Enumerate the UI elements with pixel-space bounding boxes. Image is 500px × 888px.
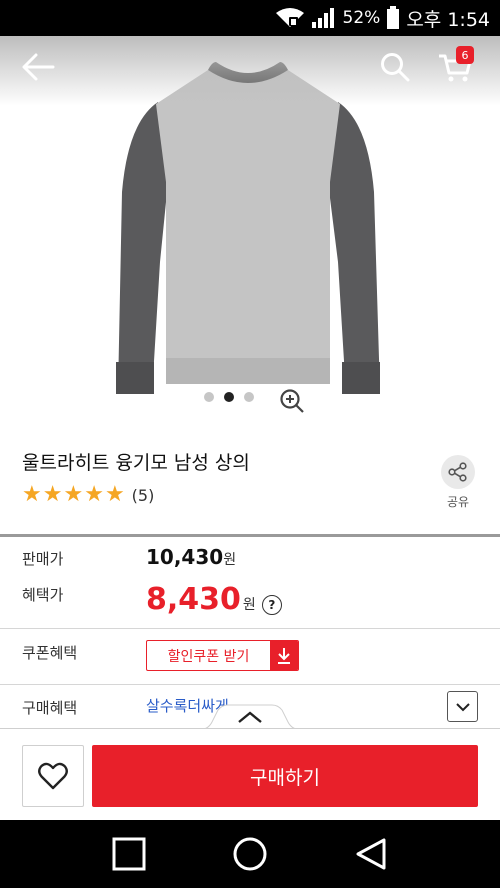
star-icon: ★	[104, 482, 125, 507]
download-coupon-button[interactable]: 할인쿠폰 받기	[146, 640, 299, 671]
battery-percent: 52%	[342, 8, 381, 28]
star-icon: ★	[84, 482, 104, 507]
back-nav-button[interactable]	[351, 834, 391, 874]
expand-button[interactable]	[447, 691, 478, 722]
star-icon: ★	[42, 482, 63, 507]
price-help-button[interactable]: ?	[261, 595, 282, 615]
product-image	[116, 62, 380, 394]
cart-button[interactable]: 6	[434, 46, 476, 88]
star-icon: ★	[22, 482, 42, 507]
coupon-button-label: 할인쿠폰 받기	[167, 648, 250, 665]
divider	[0, 684, 500, 685]
battery-icon	[386, 6, 400, 30]
header-shade	[0, 36, 500, 106]
clock: 오후 1:54	[406, 8, 490, 31]
divider	[0, 628, 500, 629]
wishlist-button[interactable]	[22, 745, 84, 807]
star-icon: ★	[63, 482, 84, 507]
sale-price: 10,430원	[146, 545, 237, 569]
section-divider	[0, 534, 500, 537]
search-icon	[381, 53, 410, 82]
product-image-area[interactable]: 6	[0, 36, 500, 436]
chevron-down-icon	[455, 702, 470, 711]
triangle-back-icon	[356, 838, 386, 870]
heart-icon	[38, 762, 68, 790]
share-icon	[448, 462, 467, 482]
sale-price-label: 판매가	[22, 550, 64, 568]
circle-icon	[233, 837, 267, 871]
wifi-icon	[275, 7, 305, 29]
square-icon	[112, 837, 146, 871]
review-count[interactable]: (5)	[132, 486, 155, 505]
share-button[interactable]: 공유	[440, 455, 476, 510]
product-title: 울트라히트 융기모 남성 상의	[22, 452, 250, 474]
signal-icon	[311, 7, 337, 29]
buy-button[interactable]: 구매하기	[92, 745, 478, 807]
back-button[interactable]	[18, 50, 58, 84]
cart-count-badge: 6	[456, 46, 474, 64]
coupon-label: 쿠폰혜택	[22, 644, 78, 662]
page-dot-active[interactable]	[224, 392, 234, 402]
action-bar: 구매하기	[0, 728, 500, 820]
share-label: 공유	[446, 495, 470, 509]
benefit-price: 8,430 원 ?	[146, 582, 282, 617]
system-nav-bar	[0, 820, 500, 888]
zoom-in-icon[interactable]	[279, 388, 305, 414]
download-icon	[270, 641, 298, 670]
benefit-price-label: 혜택가	[22, 586, 64, 604]
home-button[interactable]	[230, 834, 270, 874]
search-button[interactable]	[376, 48, 414, 86]
status-bar: 52% 오후 1:54	[0, 0, 500, 36]
page-dot[interactable]	[204, 392, 214, 402]
recent-apps-button[interactable]	[109, 834, 149, 874]
rating[interactable]: ★ ★ ★ ★ ★ (5)	[22, 484, 154, 506]
purchase-benefit-label: 구매혜택	[22, 699, 78, 717]
arrow-left-icon	[22, 53, 55, 81]
page-dot[interactable]	[244, 392, 254, 402]
image-pagination	[204, 392, 254, 402]
